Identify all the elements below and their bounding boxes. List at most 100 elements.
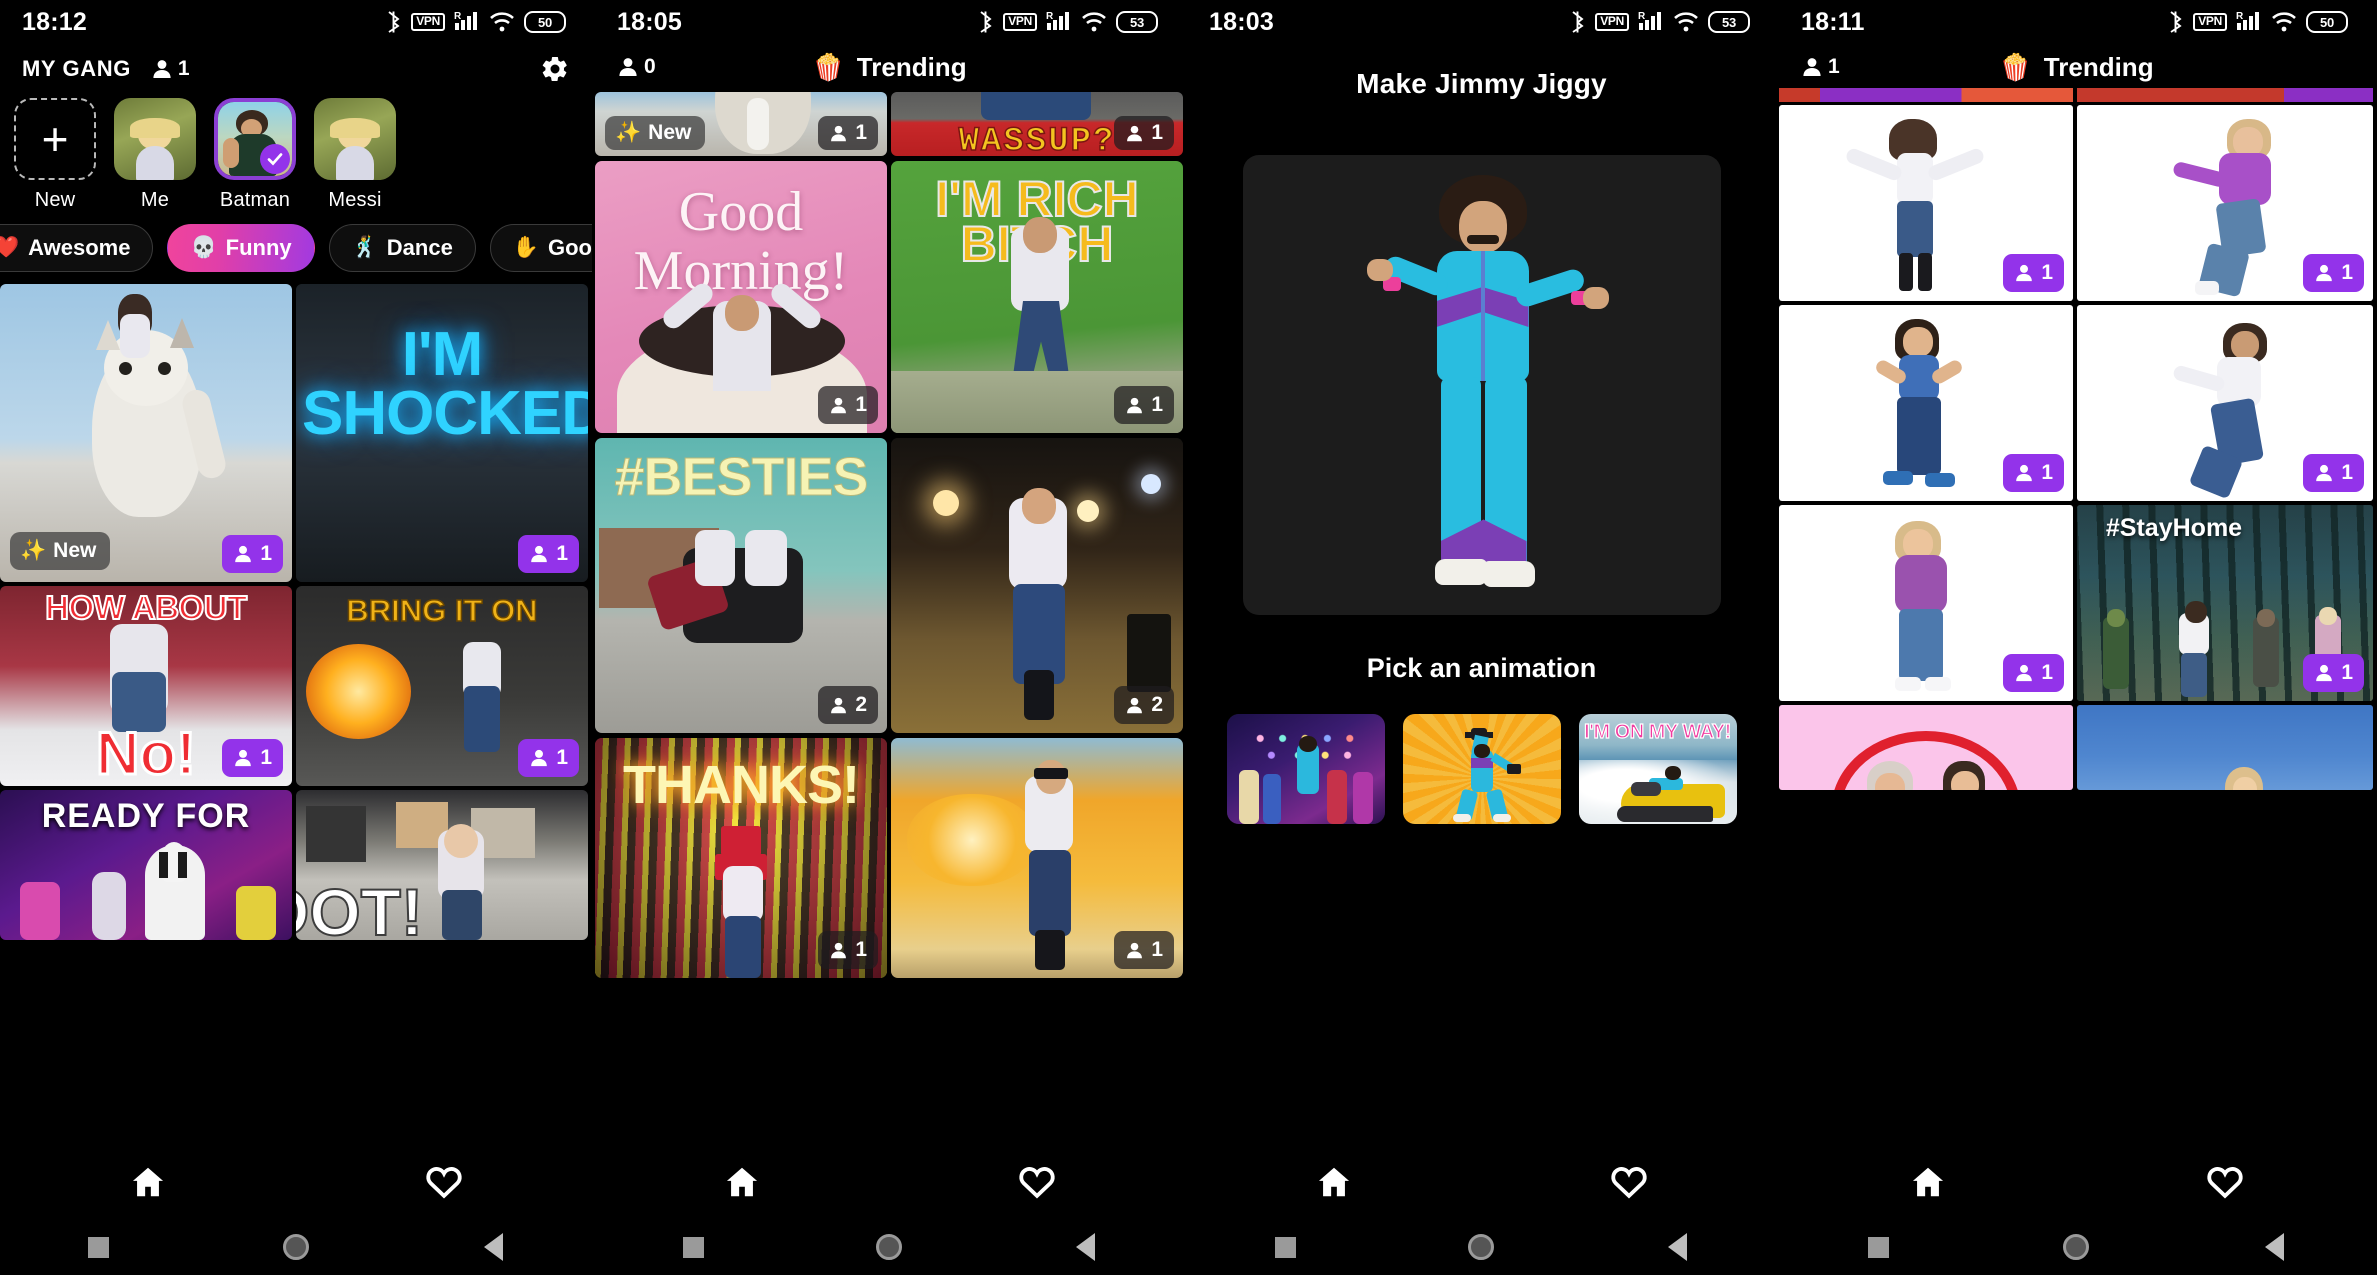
home-button[interactable]: [791, 1234, 987, 1260]
tile-thanks[interactable]: THANKS! 1: [595, 738, 887, 978]
bottom-nav: [595, 1144, 1184, 1219]
people-count-badge: 1: [818, 116, 878, 150]
gear-icon[interactable]: [540, 54, 570, 84]
tile-partial-top-left[interactable]: [1779, 88, 2073, 102]
back-button[interactable]: [1580, 1233, 1776, 1261]
battery-icon: 50: [524, 11, 566, 33]
avatar-cell-batman[interactable]: Batman: [214, 98, 296, 212]
home-button[interactable]: [1977, 1234, 2175, 1260]
chip-funny[interactable]: 💀 Funny: [167, 224, 315, 272]
people-count-badge: 1: [518, 535, 579, 573]
tile-im-rich[interactable]: I'M RICH BITCH 1: [891, 161, 1183, 433]
people-count-badge: 2: [1114, 686, 1174, 724]
back-button[interactable]: [2176, 1233, 2374, 1261]
pick-animation-label: Pick an animation: [1366, 653, 1597, 683]
person-icon: [2316, 664, 2333, 682]
home-button[interactable]: [1383, 1234, 1579, 1260]
nav-home-button[interactable]: [0, 1163, 296, 1201]
chip-good[interactable]: ✋ Good: [489, 224, 592, 272]
avatar-cell-new[interactable]: + New: [14, 98, 96, 212]
screenshot-strip: 18:12 VPN R 50 MY GANG 1 + New Me Batman…: [0, 0, 2377, 1275]
tile-white-dance[interactable]: 1: [2077, 305, 2373, 501]
category-chip-row[interactable]: ❤️ Awesome 💀 Funny 🕺 Dance ✋ Good: [0, 212, 592, 284]
avatar-preview[interactable]: [1242, 155, 1721, 615]
avatar-thumb[interactable]: [314, 98, 396, 180]
tile-night-street[interactable]: 2: [891, 438, 1183, 733]
gang-header: MY GANG 1: [0, 44, 592, 88]
tile-white-purple-top[interactable]: 1: [2077, 105, 2373, 301]
tile-good-morning[interactable]: Good Morning! 1: [595, 161, 887, 433]
home-icon: [1912, 1167, 1943, 1196]
recents-button[interactable]: [1779, 1236, 1977, 1258]
nav-home-button[interactable]: [1779, 1163, 2077, 1201]
tile-penguin-snow[interactable]: ✨ New 1: [595, 92, 887, 156]
status-clock: 18:03: [1209, 7, 1274, 36]
recents-button[interactable]: [595, 1236, 791, 1258]
tile-blue-sky[interactable]: [2077, 705, 2373, 790]
tile-cat-snow[interactable]: ✨ New 1: [0, 284, 292, 582]
sparkles-icon: ✨: [20, 539, 47, 562]
battery-icon: 53: [1708, 11, 1750, 33]
tile-stayhome-forest[interactable]: #StayHome 1: [2077, 505, 2373, 701]
chip-awesome[interactable]: ❤️ Awesome: [0, 224, 154, 272]
tile-orange-blast[interactable]: 1: [891, 738, 1183, 978]
avatar-cell-messi[interactable]: Messi: [314, 98, 396, 212]
avatar-thumb[interactable]: [114, 98, 196, 180]
nav-favorites-button[interactable]: [890, 1162, 1185, 1202]
tile-bring-it-on[interactable]: BRING IT ON 1: [296, 586, 588, 786]
people-count-badge: 1: [2303, 454, 2364, 492]
tile-oot[interactable]: OOT!: [296, 790, 588, 940]
recents-button[interactable]: [0, 1236, 197, 1258]
nav-home-button[interactable]: [595, 1163, 890, 1201]
heart-emoji-icon: ❤️: [0, 236, 20, 259]
skull-emoji-icon: 💀: [190, 236, 217, 259]
face: [1458, 201, 1507, 253]
avatar-thumb-selected[interactable]: [214, 98, 296, 180]
chip-label: Good: [547, 235, 592, 260]
person-icon: [2316, 264, 2333, 282]
home-button[interactable]: [197, 1234, 394, 1260]
tile-white-blue-top[interactable]: 1: [1779, 305, 2073, 501]
nav-favorites-button[interactable]: [296, 1162, 592, 1202]
zipper: [1480, 251, 1485, 381]
add-avatar-button[interactable]: +: [14, 98, 96, 180]
tile-im-shocked[interactable]: I'M SHOCKED 1: [296, 284, 588, 582]
nav-home-button[interactable]: [1187, 1163, 1482, 1201]
tile-grid: ✨ New 1 WASSUP? 1 Good Morning! 1 I'M RI…: [595, 88, 1184, 978]
animation-option-jetski[interactable]: I'M ON MY WAY!: [1578, 714, 1737, 824]
person-icon: [1127, 697, 1143, 713]
circle-icon: [2063, 1234, 2090, 1260]
member-count: 1: [151, 57, 190, 81]
people-count-badge: 1: [222, 739, 283, 777]
tile-caption: READY FOR: [41, 797, 251, 835]
recents-button[interactable]: [1187, 1236, 1383, 1258]
person-icon: [2316, 464, 2333, 482]
tile-caption: Good Morning!: [633, 181, 849, 302]
tile-wassup[interactable]: WASSUP? 1: [891, 92, 1183, 156]
svg-text:R: R: [1046, 11, 1054, 22]
tile-besties[interactable]: #BESTIES 2: [595, 438, 887, 733]
tile-how-about-no[interactable]: HOW ABOUT No! 1: [0, 586, 292, 786]
status-bar: 18:03 VPN R 53: [1187, 0, 1776, 44]
tile-white-purple-sweater[interactable]: 1: [1779, 505, 2073, 701]
back-button[interactable]: [395, 1233, 592, 1261]
tile-pink-heart-couple[interactable]: [1779, 705, 2073, 790]
tile-partial-top-right[interactable]: [2077, 88, 2373, 102]
status-bar: 18:11 VPN R 50: [1779, 0, 2374, 44]
chip-dance[interactable]: 🕺 Dance: [328, 224, 476, 272]
back-button[interactable]: [988, 1233, 1184, 1261]
home-icon: [727, 1167, 758, 1196]
page-title: MY GANG: [22, 56, 131, 81]
tile-white-arms-out[interactable]: 1: [1779, 105, 2073, 301]
avatar-cell-me[interactable]: Me: [114, 98, 196, 212]
tile-ready-for[interactable]: READY FOR: [0, 790, 292, 940]
wifi-icon: [1673, 11, 1699, 33]
animation-option-dumbbell-lift[interactable]: [1402, 714, 1561, 824]
tile-caption: I'M SHOCKED: [302, 320, 588, 448]
popcorn-icon: 🍿: [1999, 51, 2032, 82]
nav-favorites-button[interactable]: [1482, 1162, 1777, 1202]
tile-caption: #StayHome: [2105, 514, 2243, 542]
animation-option-disco-dance[interactable]: [1226, 714, 1385, 824]
heart-icon: [426, 1166, 462, 1198]
nav-favorites-button[interactable]: [2077, 1162, 2375, 1202]
